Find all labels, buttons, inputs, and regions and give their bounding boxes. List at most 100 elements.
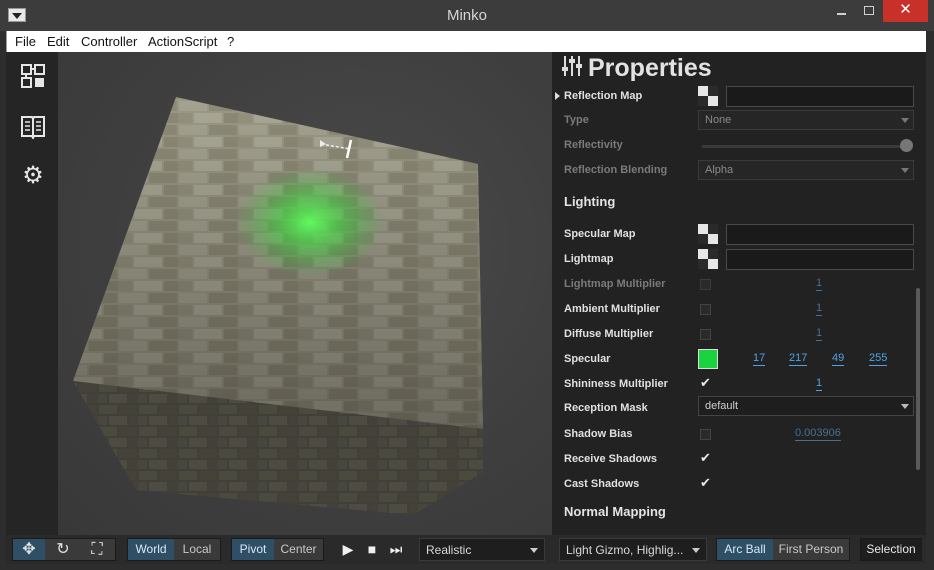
selection-button[interactable]: Selection (861, 539, 921, 560)
type-label: Type (564, 114, 589, 126)
reflection-blending-label: Reflection Blending (564, 164, 668, 176)
move-arrows-icon: ✥ (22, 541, 36, 558)
rotate-tool-button[interactable]: ↻ (47, 539, 79, 560)
cast-shadows-label: Cast Shadows (564, 478, 640, 490)
checker-icon (698, 86, 708, 96)
reflectivity-label: Reflectivity (564, 139, 623, 151)
menu-controller[interactable]: Controller (81, 34, 137, 49)
play-icon: ▶ (342, 541, 354, 557)
specular-map-field[interactable] (726, 224, 914, 245)
scene-graph-button[interactable] (18, 61, 48, 91)
specular-map-label: Specular Map (564, 228, 636, 240)
specular-a-value[interactable]: 255 (869, 352, 888, 366)
chevron-down-icon (692, 548, 700, 553)
properties-scrollbar[interactable] (916, 288, 920, 470)
texture-slot[interactable] (698, 86, 718, 106)
lightmap-multiplier-value[interactable]: 1 (816, 277, 823, 291)
play-button[interactable]: ▶ (336, 538, 360, 561)
reflectivity-slider-track[interactable] (702, 145, 906, 148)
minko-editor-window: Minko ✕ File Edit Controller ActionScrip… (0, 0, 934, 570)
textured-cube (73, 97, 483, 515)
reflection-blending-row: Reflection Blending Alpha (552, 160, 926, 182)
reflectivity-slider-handle[interactable] (900, 139, 913, 152)
specular-color-swatch[interactable] (698, 349, 718, 369)
specular-map-row: Specular Map (552, 224, 926, 246)
scale-tool-button[interactable]: ⛶ (81, 539, 113, 560)
diffuse-multiplier-row: Diffuse Multiplier 1 (552, 324, 926, 346)
ambient-multiplier-value[interactable]: 1 (816, 302, 823, 316)
properties-header: Properties (560, 54, 712, 82)
diffuse-multiplier-value[interactable]: 1 (816, 327, 823, 341)
sliders-icon (562, 56, 582, 76)
first-person-button[interactable]: First Person (773, 539, 849, 560)
minimize-icon (836, 13, 846, 15)
lightmap-row: Lightmap (552, 249, 926, 271)
menu-actionscript[interactable]: ActionScript (148, 34, 217, 49)
reflection-blending-select[interactable]: Alpha (698, 160, 914, 180)
diffuse-multiplier-checkbox[interactable] (700, 329, 711, 340)
render-mode-select[interactable]: Realistic (419, 538, 545, 561)
cast-shadows-checkbox[interactable]: ✔ (700, 475, 711, 491)
shadow-bias-checkbox[interactable] (700, 429, 711, 440)
expand-arrow-icon[interactable] (555, 92, 560, 100)
receive-shadows-checkbox[interactable]: ✔ (700, 450, 711, 466)
specular-row: Specular 17 217 49 255 (552, 349, 926, 371)
menu-bar: File Edit Controller ActionScript ? (6, 31, 926, 52)
shininess-multiplier-checkbox[interactable]: ✔ (700, 375, 711, 391)
3d-viewport[interactable] (58, 52, 552, 535)
checker-icon (698, 224, 708, 234)
step-button[interactable]: ⏭ (384, 538, 408, 561)
menu-file[interactable]: File (15, 34, 36, 49)
local-space-button[interactable]: Local (174, 539, 220, 560)
lightmap-multiplier-checkbox[interactable] (700, 279, 711, 290)
specular-g-value[interactable]: 217 (789, 352, 808, 366)
move-tool-button[interactable]: ✥ (13, 539, 45, 560)
overlays-select[interactable]: Light Gizmo, Highlig... (559, 538, 707, 561)
pivot-button[interactable]: Pivot (232, 539, 274, 560)
lightmap-multiplier-label: Lightmap Multiplier (564, 278, 666, 290)
lightmap-field[interactable] (726, 249, 914, 270)
window-title: Minko (446, 7, 487, 24)
shadow-bias-value[interactable]: 0.003906 (795, 427, 841, 441)
gear-icon: ⚙ (22, 162, 44, 189)
maximize-button[interactable] (855, 0, 883, 22)
world-space-button[interactable]: World (128, 539, 174, 560)
reception-mask-row: Reception Mask default (552, 394, 926, 416)
type-select[interactable]: None (698, 110, 914, 130)
lighting-section-header: Lighting (564, 194, 616, 209)
chevron-down-icon (901, 404, 909, 409)
title-bar: Minko ✕ (0, 0, 934, 31)
texture-slot[interactable] (698, 249, 718, 269)
cast-shadows-row: Cast Shadows ✔ (552, 474, 926, 496)
receive-shadows-label: Receive Shadows (564, 453, 657, 465)
menu-help[interactable]: ? (227, 34, 234, 49)
center-button[interactable]: Center (274, 539, 323, 560)
bottom-toolbar: ✥ ↻ ⛶ World Local Pivot Center ▶ ■ ⏭ Rea… (6, 535, 926, 564)
menu-edit[interactable]: Edit (47, 34, 69, 49)
ambient-multiplier-checkbox[interactable] (700, 304, 711, 315)
reflection-map-field[interactable] (726, 86, 914, 107)
stop-button[interactable]: ■ (360, 538, 384, 561)
library-button[interactable] (18, 111, 48, 141)
arc-ball-button[interactable]: Arc Ball (717, 539, 773, 560)
reflection-map-row: Reflection Map (552, 86, 926, 108)
left-toolbar: ⚙ (6, 52, 58, 535)
library-book-icon (21, 116, 45, 141)
minimize-button[interactable] (827, 0, 855, 22)
specular-r-value[interactable]: 17 (753, 352, 766, 366)
reception-mask-label: Reception Mask (564, 402, 648, 414)
scene-graph-icon (21, 64, 45, 88)
type-row: Type None (552, 110, 926, 132)
close-button[interactable]: ✕ (883, 0, 928, 22)
reception-mask-select[interactable]: default (698, 396, 914, 416)
settings-button[interactable]: ⚙ (18, 161, 48, 191)
chevron-down-icon (901, 118, 909, 123)
texture-slot[interactable] (698, 224, 718, 244)
shininess-multiplier-value[interactable]: 1 (816, 377, 823, 391)
camera-mode-toggle: Arc Ball First Person (716, 538, 850, 561)
scale-icon: ⛶ (91, 541, 103, 558)
stop-icon: ■ (367, 541, 377, 557)
shadow-bias-row: Shadow Bias 0.003906 (552, 424, 926, 446)
chevron-down-icon (530, 548, 538, 553)
specular-b-value[interactable]: 49 (832, 352, 845, 366)
